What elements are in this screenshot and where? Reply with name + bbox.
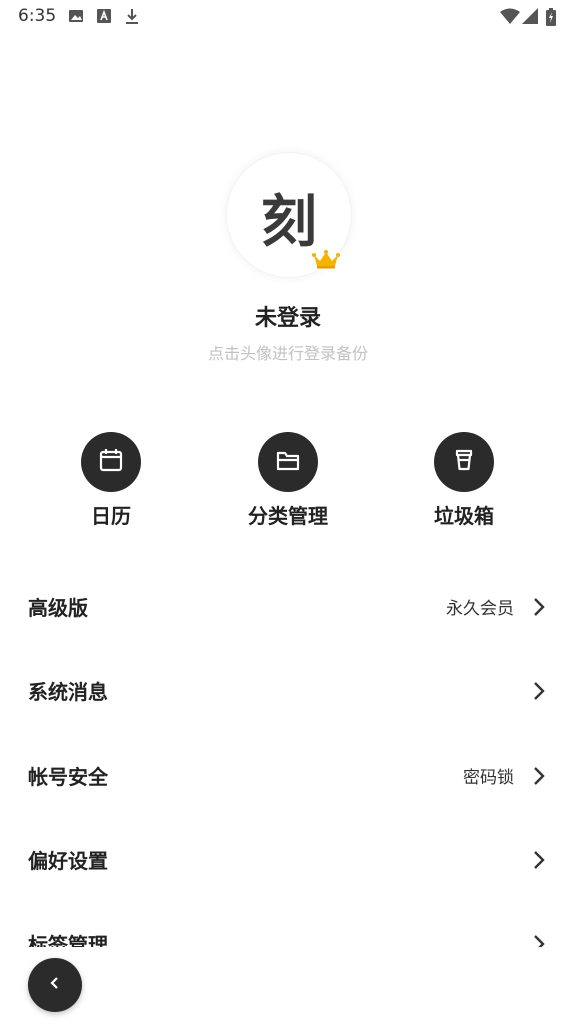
quick-action-calendar[interactable]: 日历 xyxy=(36,432,186,529)
crown-icon xyxy=(312,249,340,273)
menu-item-preferences[interactable]: 偏好设置 xyxy=(0,819,576,903)
quick-action-categories[interactable]: 分类管理 xyxy=(213,432,363,529)
quick-action-trash[interactable]: 垃圾箱 xyxy=(389,432,539,529)
download-icon xyxy=(124,8,140,30)
wifi-icon xyxy=(500,8,520,28)
trash-icon xyxy=(450,446,478,478)
menu-item-label: 系统消息 xyxy=(28,680,108,704)
user-name[interactable]: 未登录 xyxy=(0,300,576,332)
chevron-right-icon xyxy=(532,933,546,947)
avatar-logo: 刻 xyxy=(261,189,317,255)
menu-item-label: 帐号安全 xyxy=(28,765,108,789)
app-screen: 6:35 刻 未登录 点击头像进行登录备份 日历 分类管理 垃圾箱 高级版 永久… xyxy=(0,0,576,1024)
chevron-right-icon xyxy=(532,765,546,791)
status-bar: 6:35 xyxy=(0,0,576,34)
menu-item-value: 永久会员 xyxy=(446,599,514,619)
image-icon xyxy=(68,8,84,28)
quick-action-label: 分类管理 xyxy=(248,504,328,528)
battery-icon xyxy=(546,8,556,30)
quick-action-label: 日历 xyxy=(91,504,131,528)
menu-item-label: 高级版 xyxy=(28,596,88,620)
back-button[interactable] xyxy=(28,958,82,1012)
menu-item-tag-management[interactable]: 标签管理 xyxy=(0,903,576,947)
menu-item-premium[interactable]: 高级版 永久会员 xyxy=(0,566,576,650)
status-time: 6:35 xyxy=(18,6,57,26)
folder-icon xyxy=(274,446,302,478)
login-hint: 点击头像进行登录备份 xyxy=(207,344,368,363)
quick-action-label: 垃圾箱 xyxy=(434,504,494,528)
menu-item-label: 偏好设置 xyxy=(28,849,108,873)
menu-item-system-messages[interactable]: 系统消息 xyxy=(0,650,576,734)
signal-icon xyxy=(522,8,538,28)
menu-item-label: 标签管理 xyxy=(28,933,108,947)
a-letter-icon xyxy=(96,8,112,28)
calendar-icon xyxy=(97,446,125,478)
chevron-left-icon xyxy=(49,975,61,995)
chevron-right-icon xyxy=(532,849,546,875)
menu-item-account-security[interactable]: 帐号安全 密码锁 xyxy=(0,735,576,819)
chevron-right-icon xyxy=(532,596,546,622)
menu-item-value: 密码锁 xyxy=(463,768,514,788)
chevron-right-icon xyxy=(532,680,546,706)
